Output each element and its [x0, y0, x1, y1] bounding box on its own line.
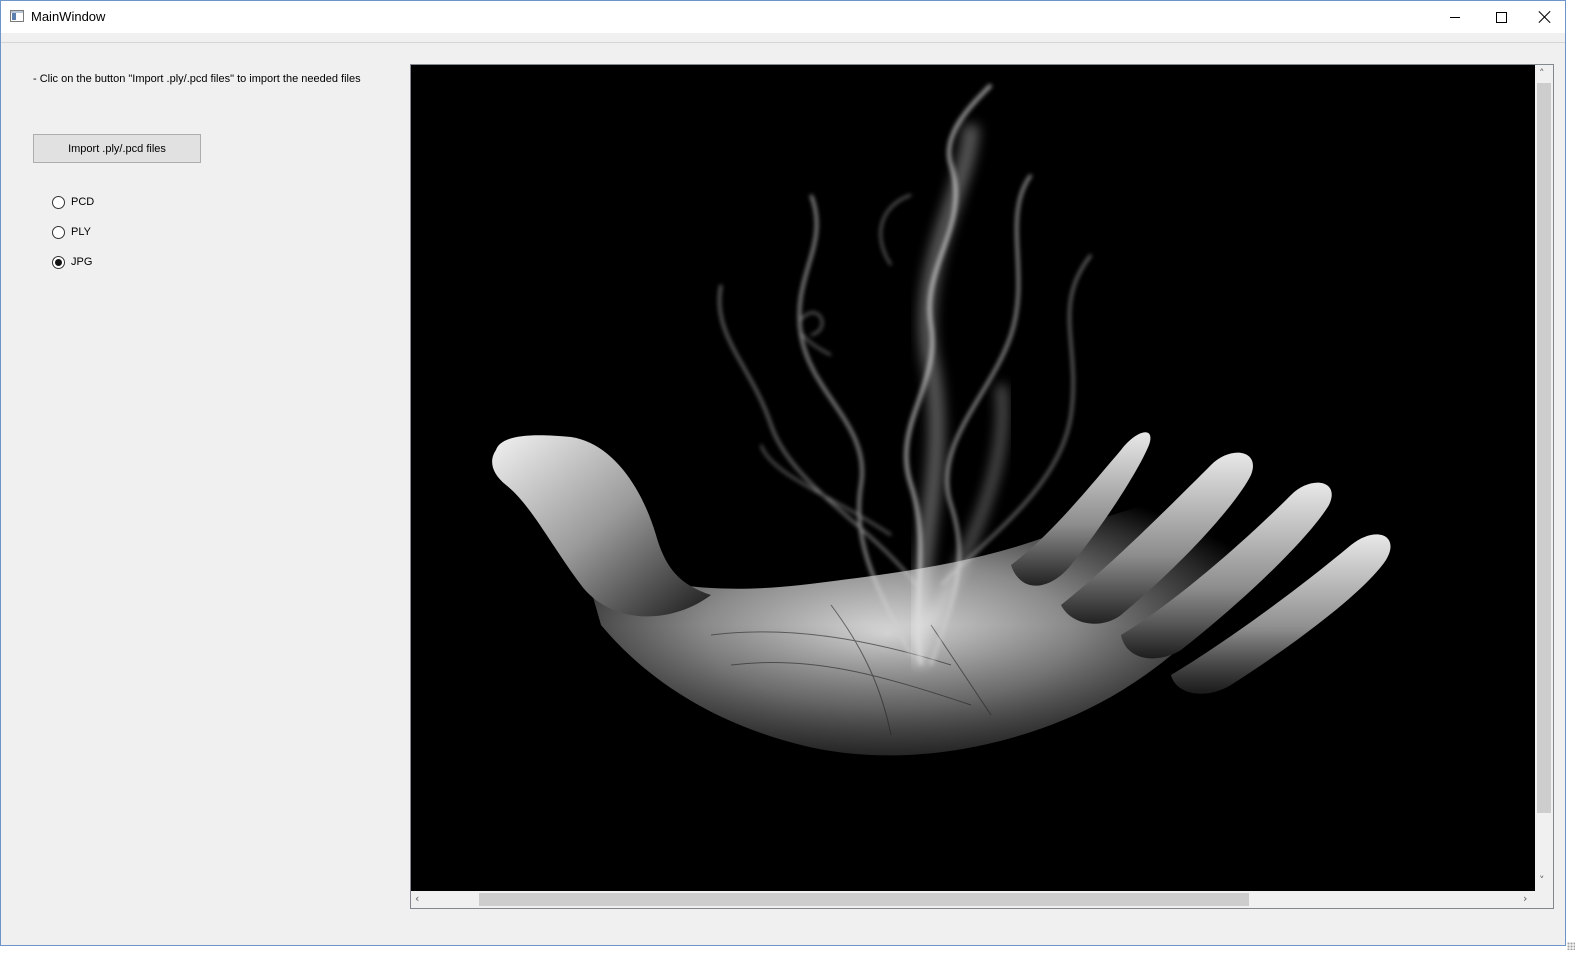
radio-option-jpg[interactable]: JPG	[52, 254, 92, 270]
close-icon	[1538, 10, 1552, 24]
minimize-button[interactable]	[1432, 1, 1478, 33]
scroll-up-icon[interactable]: ˄	[1539, 68, 1545, 79]
window-title: MainWindow	[31, 9, 106, 24]
minimize-icon	[1450, 16, 1460, 18]
maximize-button[interactable]	[1478, 1, 1524, 33]
resize-grip-icon[interactable]	[1567, 942, 1575, 950]
maximize-icon	[1495, 11, 1507, 23]
horizontal-scroll-thumb[interactable]	[479, 893, 1249, 906]
radio-button-jpg[interactable]	[52, 255, 65, 269]
radio-button-pcd[interactable]	[52, 195, 65, 209]
radio-label-jpg: JPG	[71, 256, 93, 268]
scrollbar-corner	[1535, 891, 1553, 908]
vertical-scrollbar[interactable]: ˄ ˅	[1535, 65, 1553, 891]
import-files-button[interactable]: Import .ply/.pcd files	[33, 134, 201, 163]
image-canvas[interactable]	[411, 65, 1535, 891]
radio-label-ply: PLY	[71, 226, 91, 238]
instruction-label: - Clic on the button "Import .ply/.pcd f…	[33, 73, 361, 85]
radio-button-ply[interactable]	[52, 225, 65, 239]
scroll-down-icon[interactable]: ˅	[1539, 875, 1545, 886]
radio-label-pcd: PCD	[71, 196, 95, 208]
scroll-left-icon[interactable]: ‹	[415, 893, 419, 904]
scroll-right-icon[interactable]: ›	[1523, 893, 1527, 904]
image-viewer[interactable]: ˄ ˅ ‹ ›	[410, 64, 1554, 909]
app-window-icon	[10, 10, 24, 22]
radio-option-ply[interactable]: PLY	[52, 224, 91, 240]
vertical-scroll-thumb[interactable]	[1537, 83, 1551, 813]
menu-bar-divider	[1, 42, 1565, 43]
horizontal-scrollbar[interactable]: ‹ ›	[411, 891, 1535, 908]
radio-option-pcd[interactable]: PCD	[52, 194, 94, 210]
hand-with-smoke-image	[411, 65, 1535, 891]
main-window: MainWindow - Clic on the button "Import …	[0, 0, 1566, 946]
close-button[interactable]	[1522, 1, 1568, 33]
title-bar[interactable]: MainWindow	[1, 1, 1565, 33]
